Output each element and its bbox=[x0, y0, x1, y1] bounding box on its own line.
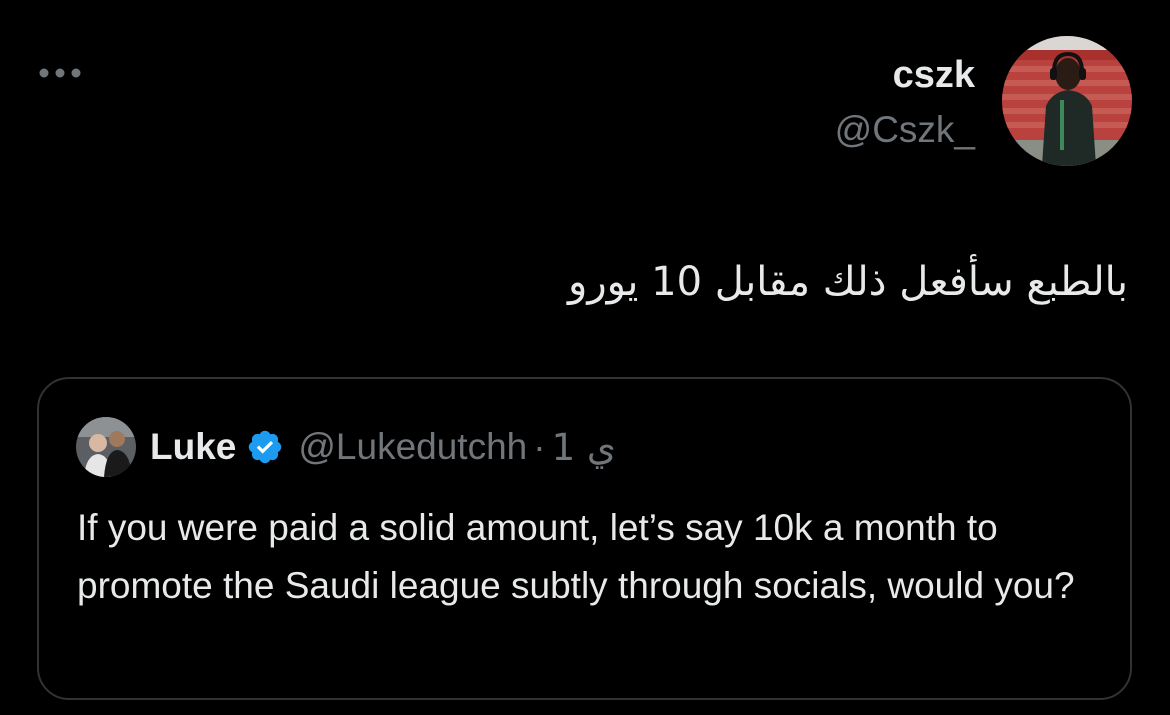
quoted-tweet-text: If you were paid a solid amount, let’s s… bbox=[77, 507, 1075, 606]
profile-photo-footballer-icon bbox=[1002, 36, 1132, 166]
header-separator: · bbox=[533, 426, 546, 467]
tweet-text: بالطبع سأفعل ذلك مقابل 10 يورو bbox=[568, 259, 1128, 305]
verified-badge-icon bbox=[246, 428, 284, 466]
quoted-tweet-header: Luke @Lukedutchh · 1 ي bbox=[150, 425, 616, 469]
quoted-tweet-timestamp[interactable]: 1 ي bbox=[552, 426, 616, 469]
quoted-author-handle[interactable]: @Lukedutchh bbox=[298, 426, 527, 468]
profile-photo-two-people-icon bbox=[76, 417, 136, 477]
quoted-tweet-card[interactable]: Luke @Lukedutchh · 1 ي If you were paid … bbox=[37, 377, 1132, 700]
author-handle[interactable]: @Cszk_ bbox=[835, 110, 975, 150]
more-options-button[interactable] bbox=[34, 58, 86, 88]
author-avatar[interactable] bbox=[1002, 36, 1132, 166]
quoted-author-display-name[interactable]: Luke bbox=[150, 426, 236, 468]
quoted-author-avatar[interactable] bbox=[76, 417, 136, 477]
more-horizontal-icon bbox=[38, 67, 82, 79]
author-display-name[interactable]: cszk bbox=[893, 55, 975, 95]
